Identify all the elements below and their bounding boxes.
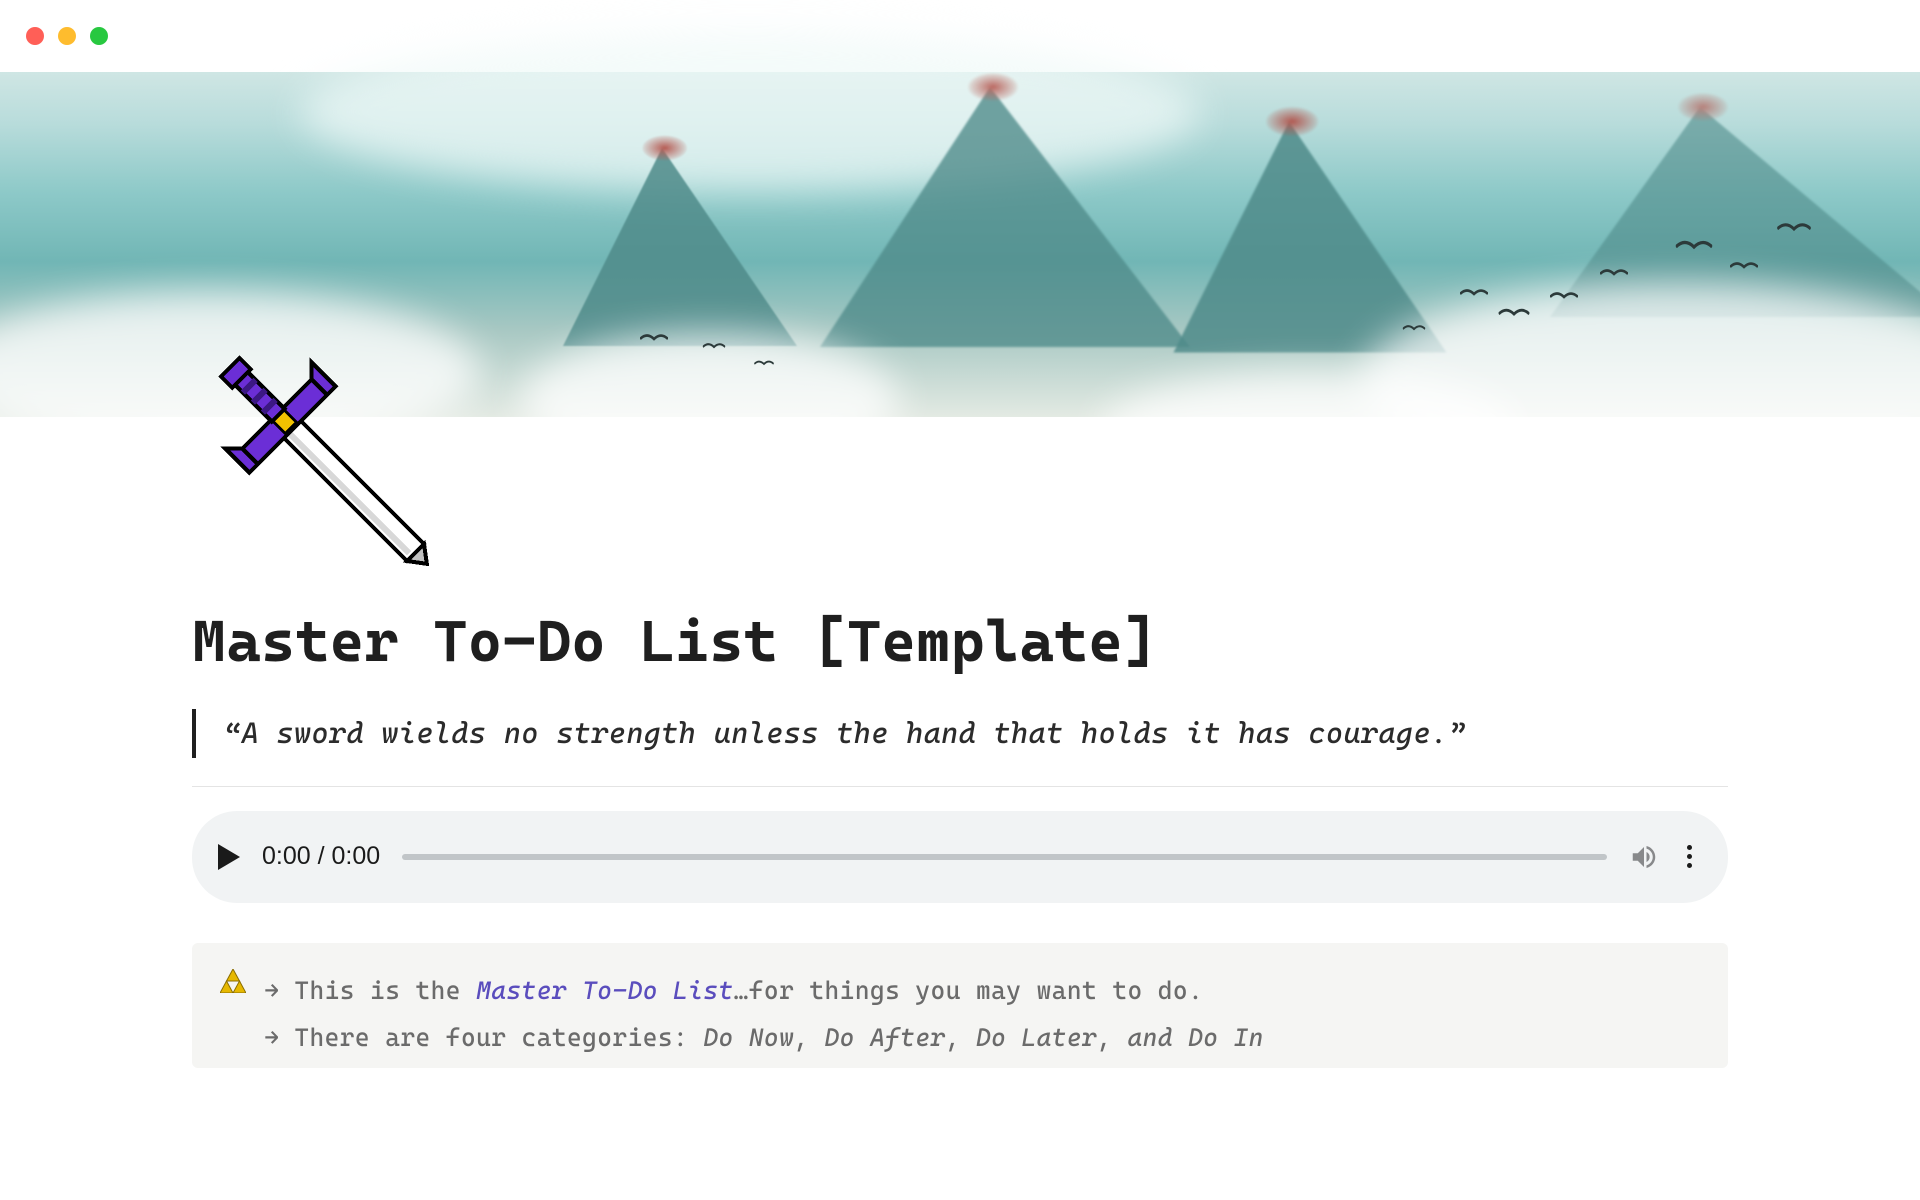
- audio-progress-track[interactable]: [402, 854, 1607, 860]
- callout-emphasis: Master To-Do List: [476, 976, 734, 1005]
- play-button[interactable]: [218, 844, 240, 870]
- bird-icon: [1600, 267, 1628, 281]
- bird-icon: [1460, 287, 1488, 301]
- audio-player[interactable]: 0:00 / 0:00: [192, 811, 1728, 903]
- cover-mountain: [1174, 122, 1447, 353]
- traffic-light-minimize[interactable]: [58, 27, 76, 45]
- bird-icon: [1676, 238, 1712, 256]
- bird-icon: [703, 341, 725, 352]
- page-title[interactable]: Master To-Do List [Template]: [192, 607, 1728, 675]
- arrow-icon: →: [264, 1023, 279, 1052]
- traffic-light-close[interactable]: [26, 27, 44, 45]
- bird-icon: [1550, 290, 1578, 304]
- audio-duration: 0:00: [332, 842, 381, 870]
- bird-icon: [1499, 306, 1530, 321]
- cover-mountain: [820, 87, 1190, 347]
- callout-line: → This is the Master To-Do List…for thin…: [264, 967, 1264, 1015]
- page-icon-sword[interactable]: [200, 332, 450, 592]
- quote-text: “A sword wields no strength unless the h…: [224, 711, 1728, 756]
- audio-current-time: 0:00: [262, 842, 311, 870]
- bird-icon: [640, 332, 668, 346]
- cover-image[interactable]: [0, 72, 1920, 417]
- traffic-light-zoom[interactable]: [90, 27, 108, 45]
- bird-icon: [1777, 221, 1811, 238]
- callout-body: → This is the Master To-Do List…for thin…: [264, 967, 1264, 1062]
- bird-icon: [754, 359, 774, 369]
- triforce-icon: [220, 967, 246, 1062]
- quote-block[interactable]: “A sword wields no strength unless the h…: [192, 709, 1728, 758]
- bird-icon: [1730, 260, 1758, 274]
- audio-more-menu[interactable]: [1681, 839, 1698, 874]
- callout-line: → There are four categories: Do Now, Do …: [264, 1014, 1264, 1062]
- callout-emphasis: Do Now, Do After, Do Later, and Do In: [703, 1023, 1264, 1052]
- audio-time: 0:00 / 0:00: [262, 842, 380, 871]
- info-callout[interactable]: → This is the Master To-Do List…for thin…: [192, 943, 1728, 1068]
- bird-icon: [1403, 323, 1425, 334]
- cover-mountain: [563, 148, 797, 346]
- volume-icon[interactable]: [1629, 842, 1659, 872]
- cover-fog: [1100, 372, 1520, 492]
- divider: [192, 786, 1728, 787]
- arrow-icon: →: [264, 976, 279, 1005]
- cover-fog: [520, 332, 900, 472]
